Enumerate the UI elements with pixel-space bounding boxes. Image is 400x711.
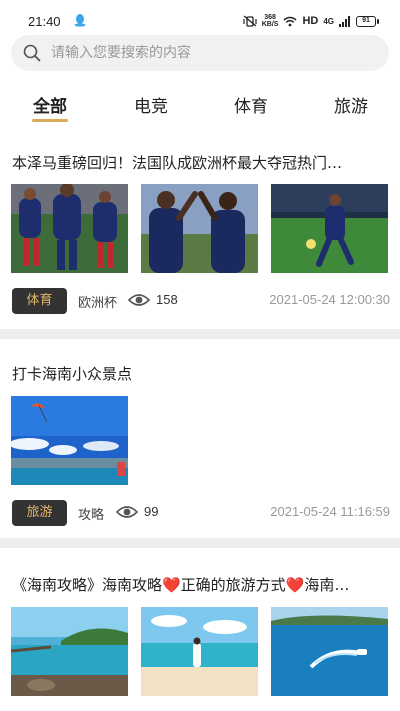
card-image	[141, 184, 258, 273]
card-title: 本泽马重磅回归！法国队成欧洲杯最大夺冠热门…	[12, 154, 343, 172]
card-title: 打卡海南小众景点	[12, 365, 133, 383]
divider	[0, 538, 400, 548]
card-image	[271, 184, 388, 273]
card-meta: 体育 欧洲杯 158 2021-05-24 12:00:30	[12, 288, 390, 314]
hd-indicator: HD	[302, 15, 319, 27]
card-image	[11, 607, 128, 696]
publish-time: 2021-05-24 12:00:30	[269, 292, 390, 307]
battery-icon: 91	[356, 15, 379, 27]
active-tab-indicator	[32, 119, 68, 122]
search-icon	[23, 44, 41, 62]
status-time: 21:40	[28, 14, 61, 29]
divider	[0, 329, 400, 339]
view-count: 99	[144, 504, 159, 519]
qq-notification-icon	[74, 14, 86, 27]
status-indicators: 368 KB/S HD 4G 91	[243, 13, 379, 29]
category-tag[interactable]: 旅游	[12, 500, 67, 526]
search-input[interactable]	[51, 35, 371, 71]
signal-bars-icon	[339, 15, 350, 27]
eye-icon	[116, 506, 138, 518]
feed-card[interactable]: 本泽马重磅回归！法国队成欧洲杯最大夺冠热门… 体育 欧洲杯 158 2021-0…	[0, 140, 400, 328]
card-image	[271, 607, 388, 696]
view-count: 158	[156, 292, 178, 307]
subcategory-label: 欧洲杯	[78, 296, 118, 311]
category-tabs: 全部 电竞 体育 旅游	[0, 84, 400, 128]
tab-sports[interactable]: 体育	[233, 92, 269, 122]
eye-icon	[128, 294, 150, 306]
wifi-icon	[283, 16, 297, 26]
tab-travel[interactable]: 旅游	[333, 92, 369, 122]
tab-all[interactable]: 全部	[32, 92, 68, 122]
card-meta: 旅游 攻略 99 2021-05-24 11:16:59	[12, 500, 390, 526]
card-title: 《海南攻略》海南攻略❤️正确的旅游方式❤️海南…	[12, 576, 350, 594]
net-speed: 368 KB/S	[261, 14, 279, 28]
card-image	[11, 396, 128, 485]
publish-time: 2021-05-24 11:16:59	[270, 504, 390, 519]
vibrate-icon	[243, 15, 257, 27]
feed-card[interactable]: 打卡海南小众景点 旅游 攻略 99 2021-05-24 11:16:59	[0, 339, 400, 537]
status-bar: 21:40 368 KB/S HD 4G 91	[0, 0, 400, 34]
card-image	[141, 607, 258, 696]
subcategory-label: 攻略	[78, 508, 105, 523]
tab-esports[interactable]: 电竞	[133, 92, 169, 122]
search-bar[interactable]	[11, 35, 389, 71]
signal-type: 4G	[323, 16, 334, 26]
category-tag[interactable]: 体育	[12, 288, 67, 314]
card-image	[11, 184, 128, 273]
feed-card[interactable]: 《海南攻略》海南攻略❤️正确的旅游方式❤️海南…	[0, 548, 400, 711]
